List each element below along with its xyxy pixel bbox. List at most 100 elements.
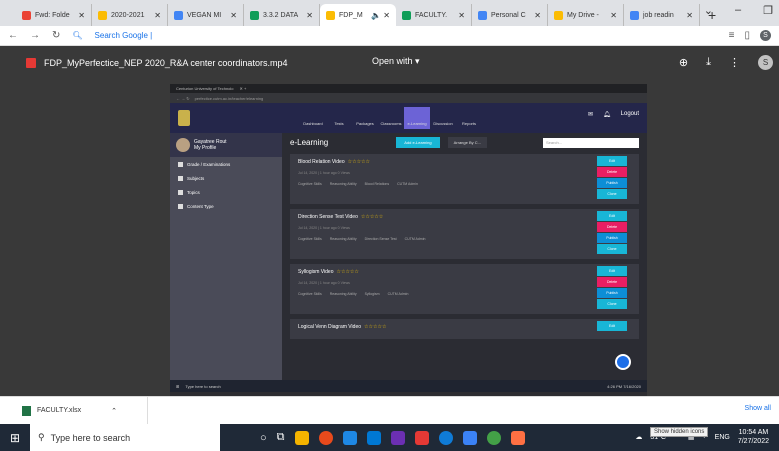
close-icon[interactable]: ✕ [534, 11, 541, 20]
nav-tests: Tests [334, 121, 344, 126]
profile-avatar[interactable]: S [760, 30, 771, 41]
office-icon[interactable] [414, 430, 429, 445]
store-icon[interactable] [342, 430, 357, 445]
page-title: e-Learning [290, 138, 329, 147]
browser-tab-active[interactable]: FDP_M 🔈 ✕ [320, 4, 396, 26]
close-icon[interactable]: ✕ [686, 11, 693, 20]
tooltip: Show hidden icons [650, 427, 709, 437]
add-shortcut-icon[interactable]: ⊕ [679, 56, 688, 69]
sidebar-item: Grade / Examinations [170, 157, 282, 171]
mail-icon[interactable] [366, 430, 381, 445]
my-profile-link: My Profile [194, 145, 217, 151]
download-item[interactable]: FACULTY.xlsx ⌃ [22, 396, 148, 425]
list-item: Logical Venn Diagram Video ☆☆☆☆☆ Edit [290, 319, 639, 339]
gmail-icon [22, 10, 31, 20]
mail-icon: ✉ [587, 112, 594, 118]
language-indicator[interactable]: ENG [715, 434, 730, 441]
list-item: Direction Sense Test Video ☆☆☆☆☆ Jul 14, … [290, 209, 639, 259]
video-file-icon [26, 58, 36, 68]
file-name: FDP_MyPerfectice_NEP 2020_R&A center coo… [44, 58, 288, 68]
browser-tab-strip: Fwd: Folde ✕ 2020-2021 ✕ VEGAN MI ✕ 3.3.2 D… [0, 0, 779, 26]
chevron-up-icon[interactable]: ⌃ [111, 407, 117, 415]
photos-icon[interactable] [462, 430, 477, 445]
browser-tab[interactable]: 3.3.2 DATA ✕ [244, 4, 320, 26]
video-player[interactable]: Centurion University of Technolo ✕ + ← → … [170, 84, 647, 400]
sheets-icon [402, 10, 411, 20]
search-input: Search... [543, 137, 639, 148]
playlist-icon[interactable]: ≡ [729, 30, 735, 41]
close-icon[interactable]: ✕ [610, 11, 617, 20]
recorded-taskbar: ⊞ Type here to search 4:26 PM 7/16/2020 [170, 380, 647, 392]
browser-tab[interactable]: 2020-2021 ✕ [92, 4, 168, 26]
user-profile: Gayatree Rout My Profile [170, 133, 282, 157]
bell-icon: 🔔︎ [603, 112, 611, 118]
recorded-address-bar: ← → ↻ perfectice.cutm.ac.in/teacher/elear… [170, 93, 647, 103]
google-icon [630, 10, 639, 20]
drive-video-viewer: FDP_MyPerfectice_NEP 2020_R&A center coo… [0, 46, 779, 400]
minimize-icon[interactable]: – [735, 4, 741, 17]
reload-icon[interactable]: ↻ [52, 30, 60, 41]
app-sidebar: Gayatree Rout My Profile Grade / Examinat… [170, 133, 282, 380]
browser-tab[interactable]: FACULTY. ✕ [396, 4, 472, 26]
edge-icon[interactable] [438, 430, 453, 445]
clock[interactable]: 10:54 AM 7/27/2022 [738, 428, 769, 446]
cortana-icon[interactable]: ○ [260, 432, 267, 444]
file-explorer-icon[interactable] [294, 430, 309, 445]
close-icon[interactable]: ✕ [78, 11, 85, 20]
more-icon[interactable]: ⋮ [729, 56, 740, 69]
sheets-icon [250, 10, 259, 20]
drive-icon [554, 10, 563, 20]
nav-elearning: e-Learning [404, 107, 430, 129]
browser-tab[interactable]: VEGAN MI ✕ [168, 4, 244, 26]
logout-label: Logout [620, 111, 639, 117]
nav-classrooms: Classrooms [380, 121, 402, 126]
download-file-name: FACULTY.xlsx [37, 407, 82, 414]
browser-tab[interactable]: job readin ✕ [624, 4, 700, 26]
search-icon: ⚲ [38, 432, 45, 442]
close-icon[interactable]: ✕ [458, 11, 465, 20]
media-icon[interactable] [390, 430, 405, 445]
chat-fab-icon [615, 354, 631, 370]
address-bar: ← → ↻ 🔍︎ Search Google | ≡ ▯ S [0, 26, 779, 46]
taskbar-search-input[interactable]: ⚲ Type here to search [30, 424, 220, 451]
omnibox-input[interactable]: Search Google | [95, 31, 153, 40]
app-icon[interactable] [510, 430, 525, 445]
recorded-tab-bar: Centurion University of Technolo ✕ + [170, 84, 647, 93]
chrome-icon[interactable] [318, 430, 333, 445]
show-all-button[interactable]: Show all [745, 405, 771, 412]
browser-tab[interactable]: Personal C ✕ [472, 4, 548, 26]
nav-dashboard: Dashboard [303, 121, 323, 126]
download-icon[interactable]: ⤓ [706, 56, 711, 69]
download-shelf: FACULTY.xlsx ⌃ Show all [0, 396, 779, 425]
drive-icon [98, 10, 107, 20]
avatar [176, 138, 190, 152]
sidebar-item: Topics [170, 185, 282, 199]
weather-icon: ☁ [635, 434, 643, 441]
browser-tab[interactable]: My Drive - ✕ [548, 4, 624, 26]
windows-start-icon[interactable]: ⊞ [0, 424, 30, 451]
audio-icon[interactable]: 🔈 ✕ [371, 11, 390, 20]
maximize-icon[interactable]: ❐ [763, 4, 773, 17]
close-icon[interactable]: ✕ [230, 11, 237, 20]
docs-icon [174, 10, 183, 20]
app-logo [178, 110, 190, 126]
nav-reports: Reports [461, 121, 476, 126]
excel-file-icon [22, 405, 31, 416]
browser-tab[interactable]: Fwd: Folde ✕ [16, 4, 92, 26]
nav-discussion: Discussion [433, 121, 453, 126]
close-icon[interactable]: ✕ [154, 11, 161, 20]
list-item: Syllogism Video ☆☆☆☆☆ Jul 14, 2020 | 1 ho… [290, 264, 639, 314]
profile-avatar[interactable]: S [758, 55, 773, 70]
close-icon[interactable]: ✕ [306, 11, 313, 20]
app-navbar: Dashboard Tests Packages Classrooms e-Le… [170, 103, 647, 133]
sidepanel-icon[interactable]: ▯ [744, 30, 750, 41]
sidebar-item: Subjects [170, 171, 282, 185]
task-view-icon[interactable]: ⧉ [277, 431, 285, 444]
forward-icon[interactable]: → [30, 30, 40, 41]
open-with-button[interactable]: Open with ▾ [372, 56, 420, 67]
drive-icon [326, 10, 335, 20]
back-icon[interactable]: ← [8, 30, 18, 41]
chevron-down-icon[interactable]: ⌄ [704, 4, 713, 17]
add-elearning-button: Add e-Learning [396, 137, 440, 148]
chrome-active-icon[interactable] [486, 430, 501, 445]
